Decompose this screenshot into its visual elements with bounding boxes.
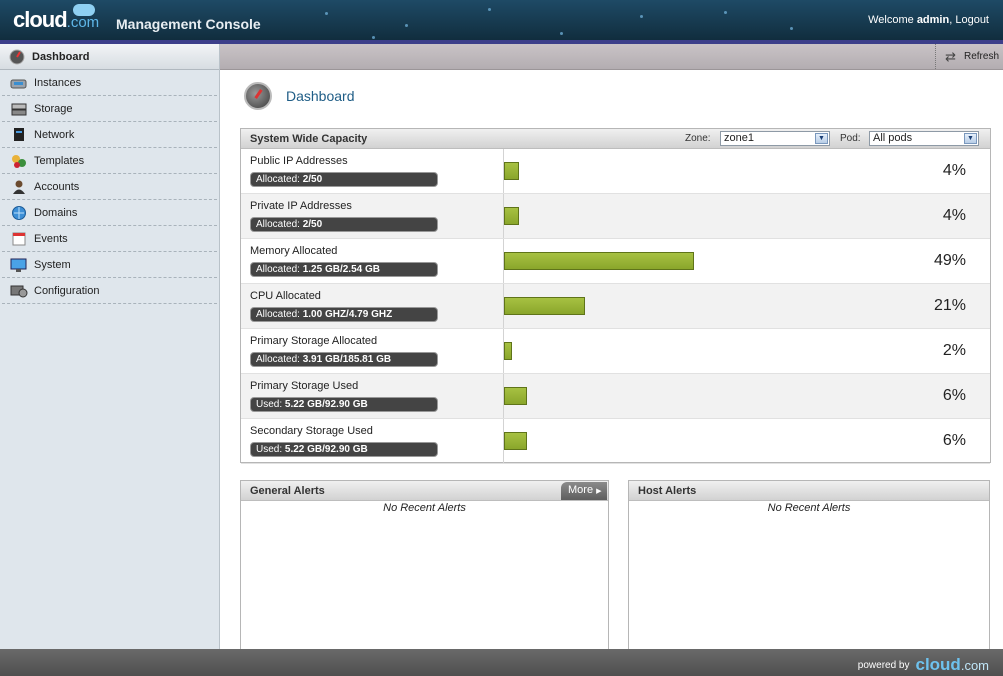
- capacity-allocation: Used: 5.22 GB/92.90 GB: [250, 397, 438, 412]
- host-alerts-panel: Host Alerts No Recent Alerts: [628, 480, 990, 650]
- capacity-bar: [504, 387, 527, 405]
- more-button[interactable]: More ▶: [561, 482, 607, 500]
- capacity-percent: 2%: [942, 342, 966, 359]
- capacity-name: Secondary Storage Used: [250, 425, 373, 437]
- capacity-bar: [504, 207, 519, 225]
- logout-link[interactable]: Logout: [955, 14, 989, 26]
- host-alerts-header: Host Alerts: [629, 481, 989, 501]
- events-icon: [10, 230, 28, 248]
- page-title: Dashboard: [286, 88, 355, 104]
- capacity-allocation: Allocated: 2/50: [250, 217, 438, 232]
- capacity-name: Private IP Addresses: [250, 200, 352, 212]
- chevron-right-icon: ▶: [596, 488, 602, 495]
- sidebar-item-domains[interactable]: Domains: [2, 200, 217, 226]
- capacity-allocation: Allocated: 1.00 GHZ/4.79 GHZ: [250, 307, 438, 322]
- sidebar-item-events[interactable]: Events: [2, 226, 217, 252]
- sidebar-item-templates[interactable]: Templates: [2, 148, 217, 174]
- pod-label: Pod:: [840, 133, 861, 144]
- capacity-percent: 21%: [933, 297, 966, 314]
- storage-icon: [10, 100, 28, 118]
- app-title: Management Console: [116, 16, 261, 32]
- dashboard-icon: [244, 82, 272, 110]
- system-icon: [10, 256, 28, 274]
- capacity-bar: [504, 162, 519, 180]
- capacity-row: Primary Storage Used Used: 5.22 GB/92.90 …: [241, 374, 990, 419]
- page-header: Dashboard: [244, 82, 355, 110]
- refresh-icon: ⇄: [945, 48, 956, 64]
- general-alerts-title: General Alerts: [250, 485, 325, 497]
- capacity-bar: [504, 252, 694, 270]
- footer: powered by cloud.com: [0, 649, 1003, 676]
- capacity-name: Public IP Addresses: [250, 155, 348, 167]
- capacity-percent: 6%: [942, 387, 966, 404]
- footer-logo[interactable]: cloud.com: [915, 655, 989, 675]
- capacity-name: Primary Storage Used: [250, 380, 359, 392]
- capacity-row: Primary Storage Allocated Allocated: 3.91…: [241, 329, 990, 374]
- capacity-bar: [504, 432, 527, 450]
- capacity-percent: 49%: [933, 252, 966, 269]
- app-header: cloud.com Management Console Welcome adm…: [0, 0, 1003, 44]
- capacity-bar: [504, 342, 512, 360]
- templates-icon: [10, 152, 28, 170]
- capacity-panel-header: System Wide Capacity Zone: zone1 ▼ Pod: A…: [241, 129, 990, 149]
- sidebar-item-dashboard[interactable]: Dashboard: [0, 44, 219, 70]
- main-content: Dashboard System Wide Capacity Zone: zon…: [220, 70, 1003, 650]
- capacity-row: Public IP Addresses Allocated: 2/50 4%: [241, 149, 990, 194]
- sidebar-item-network[interactable]: Network: [2, 122, 217, 148]
- sidebar-item-instances[interactable]: Instances: [2, 70, 217, 96]
- capacity-name: Memory Allocated: [250, 245, 338, 257]
- host-alerts-title: Host Alerts: [638, 485, 697, 497]
- general-alerts-panel: General Alerts More ▶ No Recent Alerts: [240, 480, 609, 650]
- sidebar-item-configuration[interactable]: Configuration: [2, 278, 217, 304]
- accounts-icon: [10, 178, 28, 196]
- general-alerts-empty: No Recent Alerts: [383, 502, 466, 514]
- capacity-name: CPU Allocated: [250, 290, 321, 302]
- capacity-row: Memory Allocated Allocated: 1.25 GB/2.54 …: [241, 239, 990, 284]
- cloud-logo[interactable]: cloud.com: [13, 4, 99, 33]
- chevron-down-icon: ▼: [964, 133, 977, 144]
- capacity-percent: 4%: [942, 162, 966, 179]
- domains-icon: [10, 204, 28, 222]
- sidebar-item-system[interactable]: System: [2, 252, 217, 278]
- dashboard-icon: [8, 48, 26, 66]
- capacity-row: Secondary Storage Used Used: 5.22 GB/92.9…: [241, 419, 990, 464]
- pod-select[interactable]: All pods ▼: [869, 131, 979, 146]
- general-alerts-header: General Alerts More ▶: [241, 481, 608, 501]
- capacity-allocation: Allocated: 2/50: [250, 172, 438, 187]
- zone-label: Zone:: [685, 133, 711, 144]
- capacity-percent: 4%: [942, 207, 966, 224]
- capacity-percent: 6%: [942, 432, 966, 449]
- sidebar: Dashboard Instances Storage Network Temp…: [0, 44, 220, 649]
- capacity-name: Primary Storage Allocated: [250, 335, 378, 347]
- instances-icon: [10, 74, 28, 92]
- sidebar-item-storage[interactable]: Storage: [2, 96, 217, 122]
- network-icon: [10, 126, 28, 144]
- chevron-down-icon: ▼: [815, 133, 828, 144]
- capacity-rows: Public IP Addresses Allocated: 2/50 4% Priv…: [241, 149, 990, 464]
- refresh-button[interactable]: ⇄ Refresh: [935, 44, 1003, 69]
- capacity-bar: [504, 297, 585, 315]
- welcome-text: Welcome admin, Logout: [868, 14, 989, 26]
- capacity-row: Private IP Addresses Allocated: 2/50 4%: [241, 194, 990, 239]
- capacity-allocation: Allocated: 1.25 GB/2.54 GB: [250, 262, 438, 277]
- capacity-row: CPU Allocated Allocated: 1.00 GHZ/4.79 GH…: [241, 284, 990, 329]
- sidebar-item-accounts[interactable]: Accounts: [2, 174, 217, 200]
- toolbar: ⇄ Refresh: [220, 44, 1003, 70]
- zone-select[interactable]: zone1 ▼: [720, 131, 830, 146]
- powered-by: powered by cloud.com: [857, 655, 989, 675]
- cloud-icon: [73, 4, 95, 16]
- capacity-allocation: Used: 5.22 GB/92.90 GB: [250, 442, 438, 457]
- host-alerts-empty: No Recent Alerts: [767, 502, 851, 514]
- capacity-panel: System Wide Capacity Zone: zone1 ▼ Pod: A…: [240, 128, 991, 464]
- configuration-icon: [10, 282, 28, 300]
- capacity-allocation: Allocated: 3.91 GB/185.81 GB: [250, 352, 438, 367]
- username: admin: [916, 14, 950, 26]
- capacity-title: System Wide Capacity: [250, 133, 368, 145]
